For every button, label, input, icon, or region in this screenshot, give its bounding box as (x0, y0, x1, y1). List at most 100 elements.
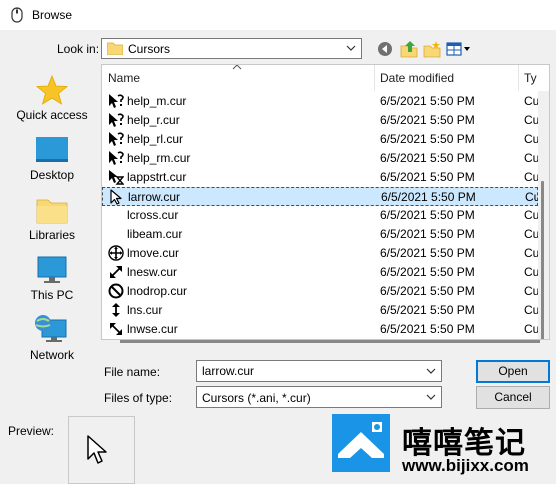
file-row[interactable]: lnwse.cur 6/5/2021 5:50 PM Cu (102, 320, 539, 339)
resize-nesw-cursor-icon (110, 266, 122, 278)
file-name-cell: help_rm.cur (127, 151, 191, 165)
up-folder-button[interactable] (398, 38, 420, 60)
file-name-cell: lappstrt.cur (127, 170, 187, 184)
file-name-cell: lnodrop.cur (127, 284, 188, 298)
column-header-date[interactable]: Date modified (380, 65, 454, 91)
cancel-button[interactable]: Cancel (476, 386, 550, 409)
arrow-cursor-icon (110, 189, 122, 205)
place-label: Network (29, 348, 74, 362)
file-row[interactable]: lappstrt.cur 6/5/2021 5:50 PM Cu (102, 168, 539, 187)
this-pc-icon (37, 256, 67, 283)
help-cursor-icon (109, 113, 124, 127)
file-date-cell: 6/5/2021 5:50 PM (380, 94, 475, 108)
chevron-down-icon (346, 45, 356, 51)
file-date-cell: 6/5/2021 5:50 PM (380, 151, 475, 165)
file-date-cell: 6/5/2021 5:50 PM (380, 322, 475, 336)
network-icon (35, 315, 67, 342)
look-in-dropdown[interactable]: Cursors (101, 38, 362, 59)
file-name-input[interactable] (202, 364, 422, 378)
back-icon (378, 42, 392, 56)
vertical-scrollbar[interactable] (538, 91, 549, 339)
file-date-cell: 6/5/2021 5:50 PM (380, 208, 475, 222)
view-menu-icon (446, 42, 470, 56)
file-name-cell: help_r.cur (127, 113, 180, 127)
chevron-down-icon[interactable] (425, 365, 437, 377)
file-row[interactable]: lns.cur 6/5/2021 5:50 PM Cu (102, 301, 539, 320)
file-date-cell: 6/5/2021 5:50 PM (380, 265, 475, 279)
sort-ascending-icon (232, 65, 242, 70)
file-type-value: Cursors (*.ani, *.cur) (202, 391, 311, 405)
back-button[interactable] (375, 38, 395, 60)
file-name-combobox[interactable] (196, 360, 442, 382)
resize-nwse-cursor-icon (110, 323, 122, 335)
file-name-cell: lcross.cur (127, 208, 179, 222)
file-name-cell: help_rl.cur (127, 132, 184, 146)
horizontal-scrollbar[interactable] (120, 340, 540, 343)
star-icon (36, 74, 68, 105)
watermark: 嘻嘻笔记 www.bijixx.com (332, 414, 556, 484)
file-date-cell: 6/5/2021 5:50 PM (380, 284, 475, 298)
file-type-select[interactable]: Cursors (*.ani, *.cur) (196, 386, 442, 408)
file-row[interactable]: larrow.cur 6/5/2021 5:50 PM Cu (102, 187, 540, 206)
place-quick-access[interactable]: Quick access (8, 74, 96, 122)
new-folder-icon (423, 41, 441, 58)
column-divider[interactable] (374, 65, 375, 91)
file-name-cell: larrow.cur (128, 190, 181, 204)
open-button[interactable]: Open (476, 360, 550, 383)
file-list[interactable]: Name Date modified Ty help_m.cur 6/5/2021… (101, 64, 550, 340)
place-label: Desktop (29, 168, 75, 182)
file-date-cell: 6/5/2021 5:50 PM (380, 246, 475, 260)
place-desktop[interactable]: Desktop (8, 134, 96, 182)
file-row[interactable]: libeam.cur 6/5/2021 5:50 PM Cu (102, 225, 539, 244)
file-row[interactable]: lmove.cur 6/5/2021 5:50 PM Cu (102, 244, 539, 263)
place-label: Libraries (28, 228, 76, 242)
libraries-icon (36, 199, 68, 224)
file-name-cell: lmove.cur (127, 246, 180, 260)
file-name-cell: lnwse.cur (127, 322, 178, 336)
file-date-cell: 6/5/2021 5:50 PM (380, 132, 475, 146)
view-menu-button[interactable] (446, 38, 472, 60)
file-row[interactable]: help_m.cur 6/5/2021 5:50 PM Cu (102, 92, 539, 111)
file-row[interactable]: lnesw.cur 6/5/2021 5:50 PM Cu (102, 263, 539, 282)
column-header-name[interactable]: Name (108, 65, 140, 91)
file-row[interactable]: lcross.cur 6/5/2021 5:50 PM Cu (102, 206, 539, 225)
help-cursor-icon (109, 94, 124, 108)
file-row[interactable]: help_rm.cur 6/5/2021 5:50 PM Cu (102, 149, 539, 168)
up-folder-icon (400, 41, 418, 58)
file-date-cell: 6/5/2021 5:50 PM (381, 190, 476, 204)
folder-icon (107, 42, 123, 55)
place-label: This PC (30, 288, 74, 302)
file-row[interactable]: help_r.cur 6/5/2021 5:50 PM Cu (102, 111, 539, 130)
file-date-cell: 6/5/2021 5:50 PM (380, 227, 475, 241)
file-name-label: File name: (104, 365, 161, 379)
file-date-cell: 6/5/2021 5:50 PM (380, 170, 475, 184)
scrollbar-thumb[interactable] (541, 181, 544, 339)
file-date-cell: 6/5/2021 5:50 PM (380, 303, 475, 317)
move-cursor-icon (108, 245, 124, 261)
column-header-row: Name Date modified Ty (102, 65, 549, 91)
file-name-cell: libeam.cur (127, 227, 183, 241)
place-network[interactable]: Network (8, 314, 96, 362)
chevron-down-icon (426, 394, 436, 400)
column-header-type[interactable]: Ty (524, 65, 537, 91)
place-libraries[interactable]: Libraries (8, 194, 96, 242)
places-bar: Quick access Desktop Libraries This PC N… (8, 64, 96, 366)
new-folder-button[interactable] (421, 38, 443, 60)
resize-ns-cursor-icon (112, 303, 120, 317)
arrow-cursor-icon (87, 435, 107, 464)
preview-pane (68, 416, 135, 484)
look-in-label: Look in: (57, 42, 100, 56)
help-cursor-icon (109, 132, 124, 146)
place-this-pc[interactable]: This PC (8, 254, 96, 302)
preview-label: Preview: (8, 424, 55, 438)
file-row[interactable]: help_rl.cur 6/5/2021 5:50 PM Cu (102, 130, 539, 149)
file-date-cell: 6/5/2021 5:50 PM (380, 113, 475, 127)
watermark-url: www.bijixx.com (402, 456, 529, 475)
file-row[interactable]: lnodrop.cur 6/5/2021 5:50 PM Cu (102, 282, 539, 301)
file-name-cell: lnesw.cur (127, 265, 178, 279)
file-name-cell: help_m.cur (127, 94, 187, 108)
column-divider[interactable] (518, 65, 519, 91)
file-name-cell: lns.cur (127, 303, 163, 317)
title-bar: Browse (0, 0, 556, 30)
app-starting-cursor-icon (109, 170, 124, 185)
